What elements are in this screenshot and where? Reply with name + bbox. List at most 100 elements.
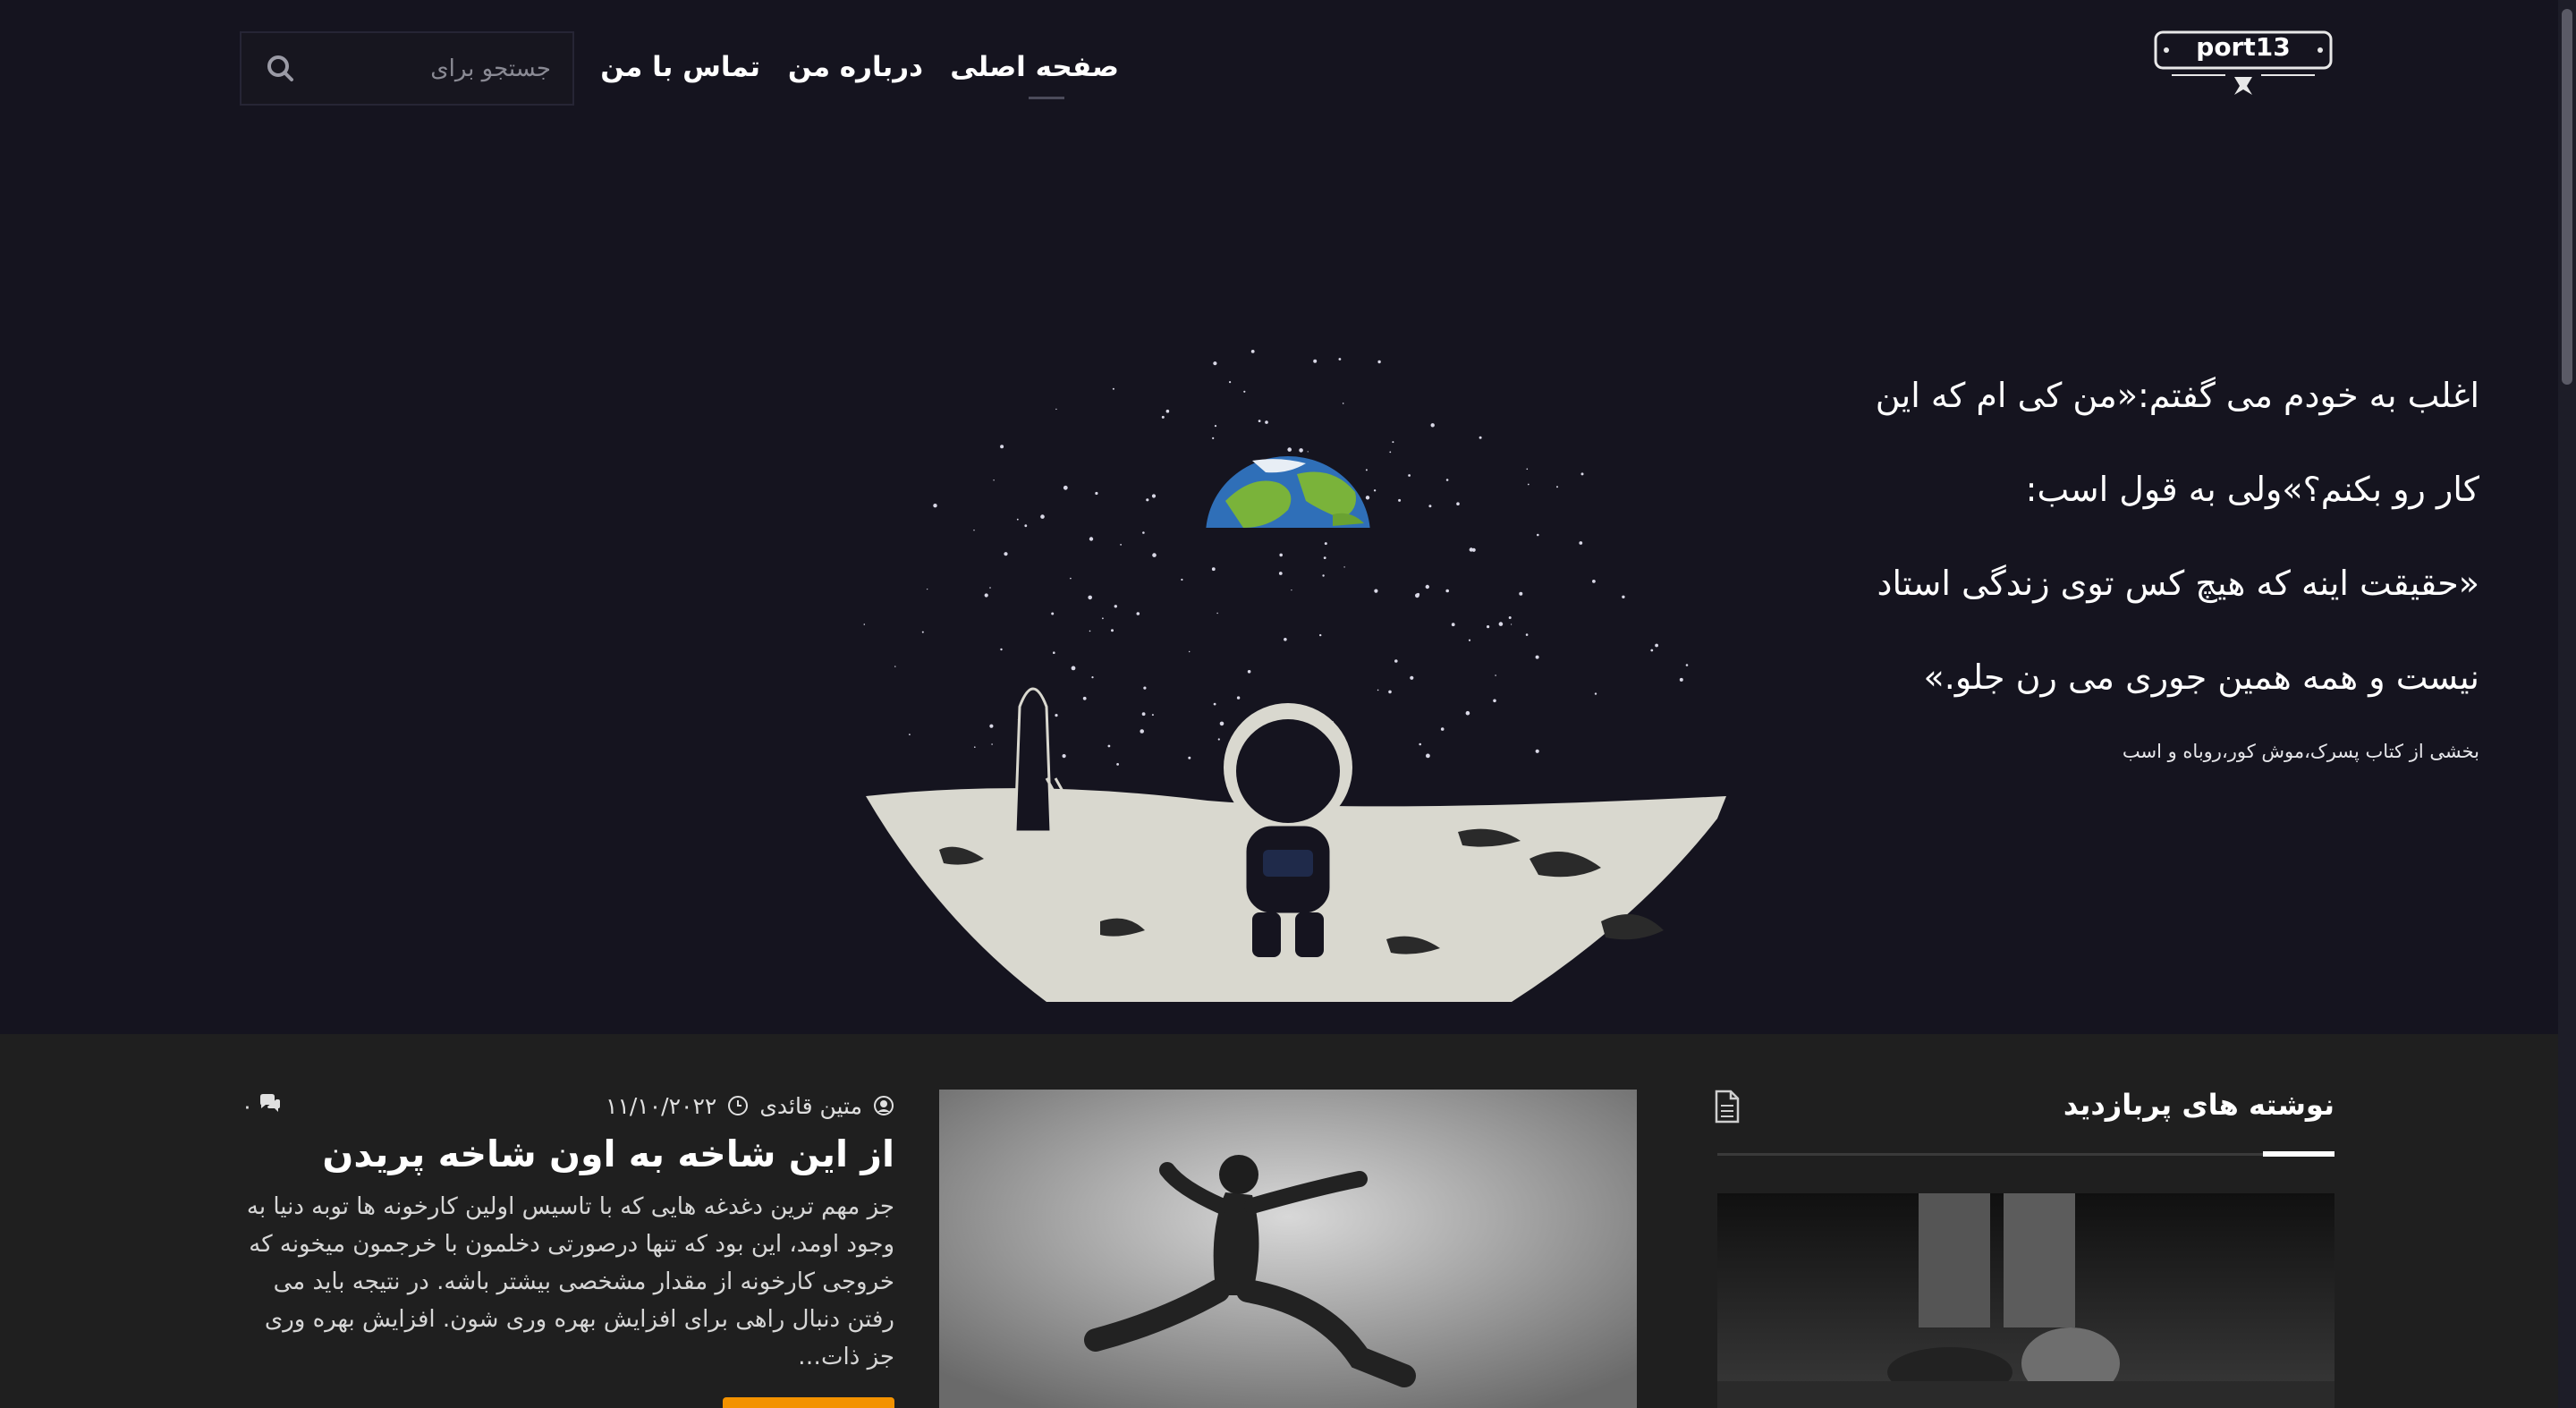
quote-source: بخشی از کتاب پسرک،موش کور،روباه و اسب (2122, 741, 2479, 762)
star (1143, 686, 1147, 690)
star (984, 593, 988, 598)
star (1419, 742, 1421, 746)
comments-value: ۰ (242, 1094, 253, 1119)
search-box (240, 31, 574, 106)
star (1000, 648, 1003, 651)
comments-count[interactable]: ۰ (242, 1091, 282, 1122)
star (1265, 420, 1268, 424)
star (1426, 753, 1430, 759)
user-icon (873, 1095, 894, 1116)
star (1229, 381, 1232, 384)
star (989, 587, 991, 589)
star (1089, 537, 1094, 541)
star (1440, 727, 1445, 731)
star (1278, 572, 1283, 575)
page-scrollbar[interactable] (2558, 0, 2576, 1408)
quote-line: اغلب به خودم می گفتم:«من کی ام که این (1875, 376, 2479, 415)
star (1323, 556, 1326, 559)
read-more-button[interactable] (723, 1397, 894, 1408)
star (863, 623, 866, 625)
quote-line: کار رو بکنم؟»ولی به قول اسب: (2025, 470, 2479, 509)
star (1511, 623, 1513, 625)
star (1120, 544, 1122, 546)
star (1410, 675, 1414, 680)
post-author[interactable]: متین قائدی (759, 1093, 862, 1119)
star (1493, 699, 1496, 703)
star (1088, 595, 1092, 600)
star (1051, 612, 1055, 615)
star (1217, 738, 1220, 741)
star (1063, 485, 1068, 490)
star (1445, 479, 1449, 481)
star (1089, 630, 1091, 632)
star (1526, 468, 1529, 471)
post-title[interactable]: از این شاخه به اون شاخه پریدن (322, 1132, 894, 1175)
section-divider-accent (2263, 1151, 2334, 1157)
star (1055, 408, 1057, 411)
star (1151, 714, 1154, 717)
clock-icon (727, 1095, 749, 1116)
nav-contact[interactable]: تماس با من (600, 45, 760, 89)
star (1495, 674, 1496, 676)
star (1389, 451, 1392, 454)
star (1498, 622, 1504, 626)
hero-section: اغلب به خودم می گفتم:«من کی ام که این کا… (0, 134, 2576, 1034)
star (1525, 633, 1529, 636)
star (1095, 491, 1098, 496)
star (1535, 655, 1539, 659)
star (921, 631, 924, 633)
document-icon (1714, 1090, 1741, 1124)
star (1219, 721, 1224, 726)
star (1415, 593, 1419, 598)
star (993, 479, 995, 481)
star (1445, 589, 1449, 593)
star (1070, 577, 1072, 580)
section-divider (1717, 1153, 2334, 1156)
search-icon[interactable] (263, 51, 299, 87)
nav-about[interactable]: درباره من (788, 45, 923, 89)
star (1258, 420, 1261, 422)
star (1451, 623, 1455, 627)
scrollbar-thumb[interactable] (2562, 9, 2572, 385)
star (1214, 425, 1217, 428)
star (1102, 617, 1104, 620)
star (1556, 486, 1558, 488)
star (1181, 578, 1183, 581)
star (1377, 360, 1381, 364)
search-input[interactable] (327, 33, 551, 104)
star (974, 746, 976, 748)
star (1279, 553, 1283, 557)
star (1471, 547, 1476, 552)
star (1377, 689, 1379, 691)
star (1243, 390, 1246, 393)
star (1373, 489, 1377, 492)
star (1398, 498, 1402, 502)
nav-home[interactable]: صفحه اصلی (950, 45, 1119, 89)
star (1116, 763, 1119, 766)
star (1365, 469, 1368, 471)
post-thumbnail[interactable] (939, 1090, 1637, 1408)
star (1580, 472, 1584, 476)
quote-line: «حقیقت اینه که هیچ کس توی زندگی استاد (1877, 564, 2479, 603)
star (1016, 518, 1019, 521)
star (1307, 451, 1309, 453)
star (1212, 437, 1215, 439)
star (1236, 696, 1241, 700)
star (1284, 638, 1287, 641)
star (1062, 754, 1066, 759)
star (1519, 591, 1523, 596)
comments-icon (258, 1093, 282, 1120)
star (1151, 494, 1157, 498)
popular-post-thumbnail[interactable] (1717, 1193, 2334, 1408)
star (1343, 566, 1345, 568)
star (1479, 436, 1482, 439)
star (1250, 350, 1255, 353)
star (1152, 553, 1157, 557)
star (1537, 533, 1539, 537)
star (1425, 584, 1429, 589)
star (1313, 359, 1318, 363)
star (1142, 531, 1145, 534)
star (1213, 702, 1216, 706)
star (1091, 676, 1094, 679)
star (1299, 448, 1303, 453)
